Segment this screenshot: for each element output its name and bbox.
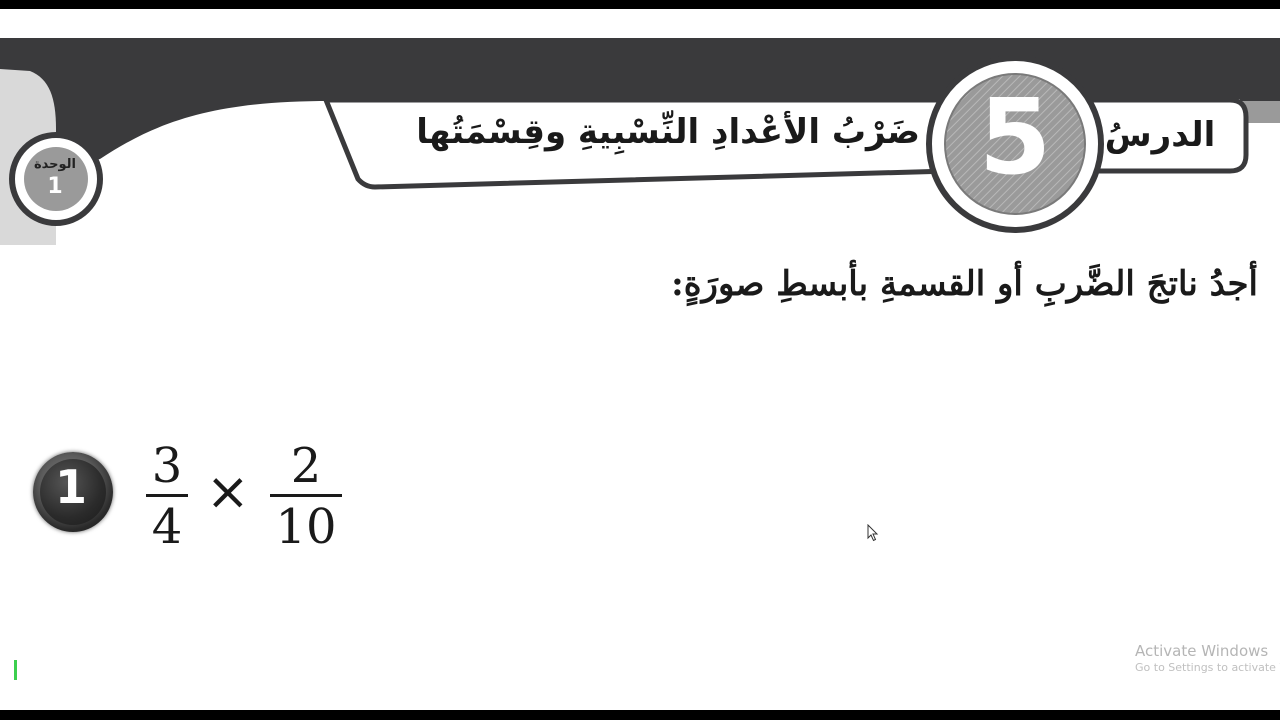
unit-label: الوحدة [33,157,77,172]
fraction-b-numerator: 2 [290,438,322,494]
green-marker [14,660,17,680]
unit-number: 1 [47,174,63,199]
fraction-a-bar [146,494,188,497]
letterbox-top [0,0,1280,9]
lesson-label: الدرسُ [1104,115,1216,155]
fraction-b-bar [270,494,342,497]
lesson-title: ضَرْبُ الأعْدادِ النِّسْبِيةِ وقِسْمَتُه… [416,112,920,152]
activate-windows-subtitle: Go to Settings to activate W [1135,661,1280,674]
letterbox-bottom [0,710,1280,720]
fraction-a-numerator: 3 [151,438,183,494]
fraction-b: 2 10 [270,440,342,553]
question-number: 1 [54,460,87,514]
fraction-b-denominator: 10 [275,499,337,555]
fraction-a-denominator: 4 [151,499,183,555]
exercise-instruction: أجدُ ناتجَ الضَّربِ أو القسمةِ بأبسطِ صو… [671,264,1258,304]
lesson-number: 5 [978,76,1052,198]
multiply-operator: × [206,462,250,522]
screen: الوحدة 1 الدرسُ 5 ضَرْبُ الأعْدادِ النِّ… [0,0,1280,720]
activate-windows-title: Activate Windows [1135,642,1269,660]
fraction-a: 3 4 [146,440,188,553]
mouse-cursor-icon [867,524,879,542]
